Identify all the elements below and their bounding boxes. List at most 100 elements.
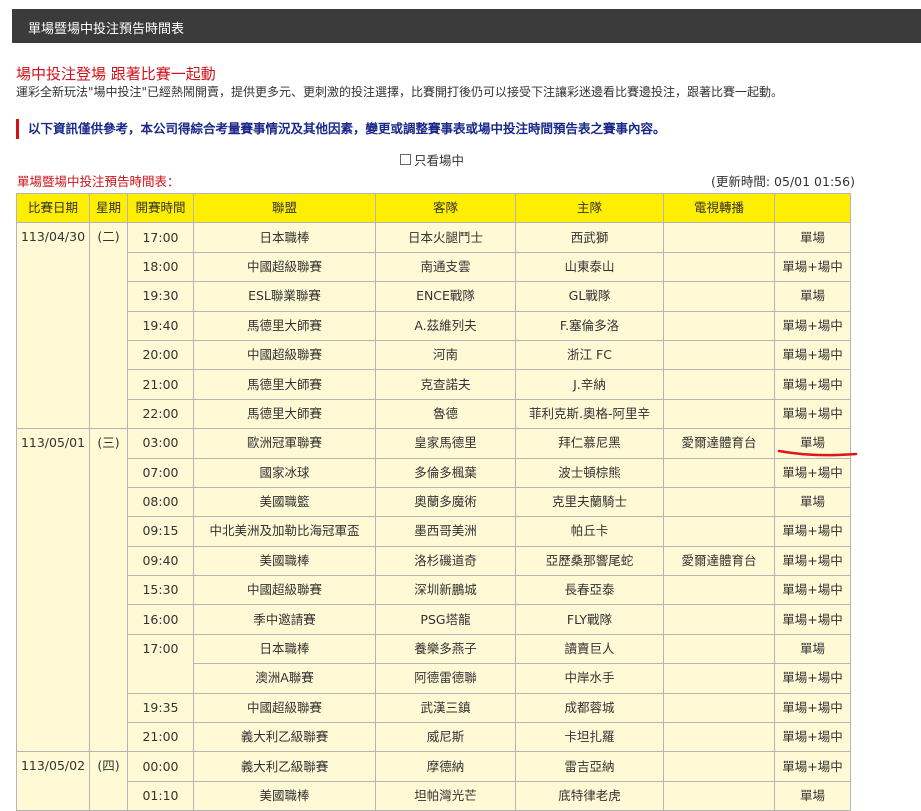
description: 運彩全新玩法"場中投注"已經熱鬧開賣，提供更多元、更刺激的投注選擇，比賽開打後仍… [16,85,784,99]
table-row: 09:15 中北美洲及加勒比海冠軍盃 墨西哥美洲 帕丘卡 單場+場中 [17,516,851,547]
bet-type: 單場+場中 [774,751,851,782]
table-row: 21:00 義大利乙級聯賽 威尼斯 卡坦扎羅 單場+場中 [17,722,851,753]
tv-broadcast [663,222,775,253]
only-live-label: 只看場中 [414,153,465,168]
col-dow: 星期 [89,192,128,224]
tv-broadcast [663,281,775,312]
bet-type: 單場+場中 [774,722,851,753]
away-team: 洛杉磯道奇 [375,545,516,577]
table-row: 113/05/02 (四) 00:00 義大利乙級聯賽 摩德納 雷吉亞納 單場+場中 [16,751,851,811]
col-league: 聯盟 [193,192,376,224]
away-team: 皇家馬德里 [375,428,516,459]
match-date: 113/05/01 [16,428,90,753]
league: 美國職籃 [193,486,376,518]
tv-broadcast [663,339,775,371]
start-time: 17:00 [127,633,194,694]
home-team: 底特律老虎 [515,780,664,811]
home-team: 浙江 FC [515,339,664,371]
col-date: 比賽日期 [16,192,90,224]
only-live-checkbox[interactable] [400,154,411,165]
league: 義大利乙級聯賽 [193,722,376,753]
away-team: PSG塔龍 [375,604,516,635]
tv-broadcast [663,310,775,341]
away-team: 克查諾夫 [375,369,516,400]
bet-type: 單場 [774,222,851,253]
table-row: 15:30 中國超級聯賽 深圳新鵬城 長春亞泰 單場+場中 [17,575,851,606]
league: ESL聯業聯賽 [193,281,376,312]
away-team: 日本火腿鬥士 [375,222,516,253]
home-team: GL戰隊 [515,281,664,312]
match-date: 113/04/30 [16,222,90,430]
bet-type: 單場+場中 [774,251,851,283]
home-team: 菲利克斯.奧格-阿里辛 [515,398,664,430]
table-header-row: 比賽日期 星期 開賽時間 聯盟 客隊 主隊 電視轉播 [16,192,851,224]
league: 美國職棒 [193,545,376,577]
tv-broadcast [663,722,775,753]
weekday: (四) [89,751,128,811]
table-row: 09:40 美國職棒 洛杉磯道奇 亞歷桑那響尾蛇 愛爾達體育台 單場+場中 [17,545,851,577]
home-team: 雷吉亞納 [515,751,664,782]
home-team: 西武獅 [515,222,664,253]
bet-type: 單場 [774,633,851,665]
tv-broadcast [663,780,775,811]
tv-broadcast [663,398,775,430]
start-time: 03:00 [127,428,194,459]
league: 國家冰球 [193,457,376,488]
away-team: ENCE戰隊 [375,281,516,312]
table-row: 113/04/30 (二) 17:00 日本職棒 日本火腿鬥士 西武獅 單場 [16,222,851,430]
start-time: 15:30 [127,575,194,606]
tv-broadcast [663,604,775,635]
schedule-table: 比賽日期 星期 開賽時間 聯盟 客隊 主隊 電視轉播 113/04/30 (二) 1… [16,192,851,811]
updated-time: (更新時間: 05/01 01:56) [711,174,855,189]
tv-broadcast [663,251,775,283]
bet-type: 單場+場中 [774,339,851,371]
bet-type: 單場 [774,780,851,811]
start-time: 01:10 [127,780,194,811]
start-time: 21:00 [127,722,194,753]
red-underline-annotation [777,449,858,457]
home-team: 克里夫蘭騎士 [515,486,664,518]
tv-broadcast [663,692,775,724]
bet-type: 單場+場中 [774,545,851,577]
weekday: (二) [89,222,128,430]
home-team: 中岸水手 [515,663,664,694]
away-team: 魯德 [375,398,516,430]
only-live-filter[interactable]: 只看場中 [400,150,464,169]
league: 美國職棒 [193,780,376,811]
start-time: 19:40 [127,310,194,341]
table-row: 17:00 日本職棒 養樂多燕子 讀賣巨人 單場 [17,633,851,694]
away-team: 威尼斯 [375,722,516,753]
league: 馬德里大師賽 [193,398,376,430]
league: 中國超級聯賽 [193,575,376,606]
home-team: 亞歷桑那響尾蛇 [515,545,664,577]
table-row: 18:00 中國超級聯賽 南通支雲 山東泰山 單場+場中 [17,251,851,283]
league: 中國超級聯賽 [193,339,376,371]
away-team: 奧蘭多魔術 [375,486,516,518]
home-team: 帕丘卡 [515,516,664,547]
page-header-bar: 單場暨場中投注預告時間表 [12,9,921,43]
start-time: 09:15 [127,516,194,547]
bet-type: 單場+場中 [774,604,851,635]
start-time: 17:00 [127,222,194,253]
away-team: A.茲維列夫 [375,310,516,341]
start-time: 09:40 [127,545,194,577]
tv-broadcast [663,457,775,488]
home-team: 卡坦扎羅 [515,722,664,753]
col-away: 客隊 [375,192,516,224]
col-tv: 電視轉播 [663,192,775,224]
home-team: 山東泰山 [515,251,664,283]
tv-broadcast [663,633,775,665]
tv-broadcast [663,575,775,606]
start-time: 07:00 [127,457,194,488]
bet-type: 單場+場中 [774,692,851,724]
bet-type: 單場+場中 [774,516,851,547]
table-row: 19:30 ESL聯業聯賽 ENCE戰隊 GL戰隊 單場 [17,281,851,312]
start-time: 08:00 [127,486,194,518]
league: 歐洲冠軍聯賽 [193,428,376,459]
start-time: 20:00 [127,339,194,371]
tv-broadcast [663,369,775,400]
schedule-body: 113/04/30 (二) 17:00 日本職棒 日本火腿鬥士 西武獅 單場 18:00 中國超… [16,222,851,811]
away-team: 坦帕灣光芒 [375,780,516,811]
start-time: 16:00 [127,604,194,635]
bet-type: 單場+場中 [774,457,851,488]
